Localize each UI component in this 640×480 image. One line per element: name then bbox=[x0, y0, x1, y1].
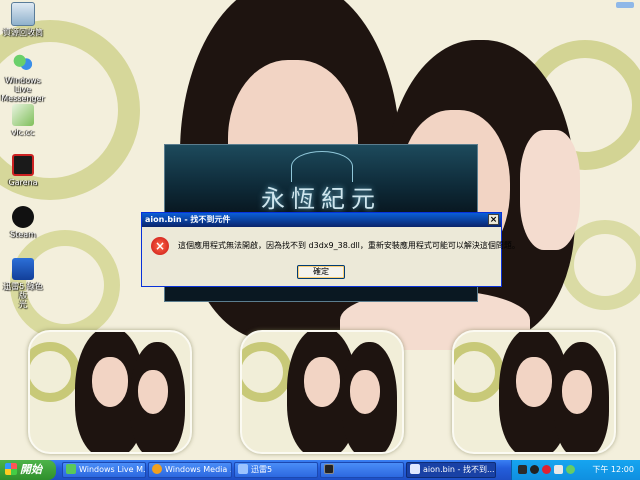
steam-shortcut[interactable]: Steam bbox=[0, 206, 46, 239]
taskbar-item-aion[interactable] bbox=[320, 462, 404, 478]
thumb-face bbox=[138, 370, 168, 414]
thumb-face bbox=[304, 357, 340, 407]
security-icon[interactable] bbox=[542, 465, 551, 474]
error-icon: × bbox=[151, 237, 169, 255]
desktop-icon-label: Windows Live Messenger bbox=[1, 76, 45, 103]
taskbar-item-media-player[interactable]: Windows Media ... bbox=[148, 462, 232, 478]
taskbar-item-aion-error[interactable]: aion.bin - 找不到... bbox=[406, 462, 496, 478]
thumb-face bbox=[350, 370, 380, 414]
steam-icon bbox=[12, 206, 34, 228]
thumb-ring bbox=[30, 342, 80, 402]
thumb-ring bbox=[454, 342, 504, 402]
splash-emblem bbox=[291, 151, 353, 182]
thumb-ring bbox=[242, 342, 292, 402]
thumb-face bbox=[562, 370, 592, 414]
desktop-icon-label: Garena bbox=[8, 178, 38, 187]
desktop-icon-label: Steam bbox=[10, 230, 36, 239]
aion-icon bbox=[410, 464, 420, 474]
steam-tray-icon[interactable] bbox=[530, 465, 539, 474]
taskbar-item-label: Windows Live M... bbox=[79, 465, 146, 474]
volume-icon[interactable] bbox=[554, 465, 563, 474]
desktop-icon-label: 迅雷5 綠色版 光 bbox=[3, 282, 43, 309]
desktop-icon-label: 資源回收筒 bbox=[3, 28, 43, 37]
thumb-face bbox=[516, 357, 552, 407]
dialog-message: 這個應用程式無法開啟，因為找不到 d3dx9_38.dll，重新安裝應用程式可能… bbox=[178, 241, 520, 250]
clock[interactable]: 下午 12:00 bbox=[592, 460, 634, 480]
start-button[interactable]: 開始 bbox=[0, 460, 56, 480]
system-tray: 下午 12:00 bbox=[511, 460, 640, 480]
vlc-icon bbox=[12, 104, 34, 126]
taskbar: 開始 Windows Live M... Windows Media ... 迅… bbox=[0, 460, 640, 480]
thumb-face bbox=[92, 357, 128, 407]
desktop-icon-label: vlc.cc bbox=[11, 128, 35, 137]
messenger-tray-icon[interactable] bbox=[566, 465, 575, 474]
recycle-bin-icon bbox=[11, 2, 35, 26]
messenger-shortcut[interactable]: Windows Live Messenger bbox=[0, 52, 46, 103]
taskbar-item-label: 迅雷5 bbox=[251, 465, 273, 474]
aion-icon bbox=[324, 464, 334, 474]
recycle-bin-shortcut[interactable]: 資源回收筒 bbox=[0, 2, 46, 37]
start-label: 開始 bbox=[20, 463, 42, 476]
ok-button[interactable]: 確定 bbox=[297, 265, 345, 279]
messenger-icon bbox=[66, 464, 76, 474]
wallpaper-thumbnail bbox=[240, 330, 404, 454]
error-dialog[interactable]: aion.bin - 找不到元件 × × 這個應用程式無法開啟，因為找不到 d3… bbox=[141, 212, 520, 287]
vlc-shortcut[interactable]: vlc.cc bbox=[0, 104, 46, 137]
wallpaper-thumbnail bbox=[452, 330, 616, 454]
dialog-titlebar[interactable]: aion.bin - 找不到元件 × bbox=[142, 213, 501, 227]
network-icon[interactable] bbox=[518, 465, 527, 474]
wallpaper-hand bbox=[520, 130, 580, 250]
dialog-title: aion.bin - 找不到元件 bbox=[145, 215, 231, 224]
close-button[interactable]: × bbox=[488, 214, 499, 225]
thunder-shortcut[interactable]: 迅雷5 綠色版 光 bbox=[0, 258, 46, 309]
taskbar-item-messenger[interactable]: Windows Live M... bbox=[62, 462, 146, 478]
taskbar-item-label: Windows Media ... bbox=[165, 465, 232, 474]
taskbar-item-label: aion.bin - 找不到... bbox=[423, 465, 495, 474]
wallpaper-thumbnail bbox=[28, 330, 192, 454]
messenger-icon bbox=[12, 52, 34, 74]
splash-title: 永恆紀元 bbox=[261, 185, 381, 213]
splash-artwork: 永恆紀元 bbox=[165, 145, 477, 215]
thunder-icon bbox=[238, 464, 248, 474]
window-control-icon bbox=[616, 2, 634, 8]
garena-shortcut[interactable]: Garena bbox=[0, 154, 46, 187]
taskbar-item-thunder[interactable]: 迅雷5 bbox=[234, 462, 318, 478]
thunder-icon bbox=[12, 258, 34, 280]
windows-flag-icon bbox=[5, 463, 17, 475]
media-player-icon bbox=[152, 464, 162, 474]
garena-icon bbox=[12, 154, 34, 176]
